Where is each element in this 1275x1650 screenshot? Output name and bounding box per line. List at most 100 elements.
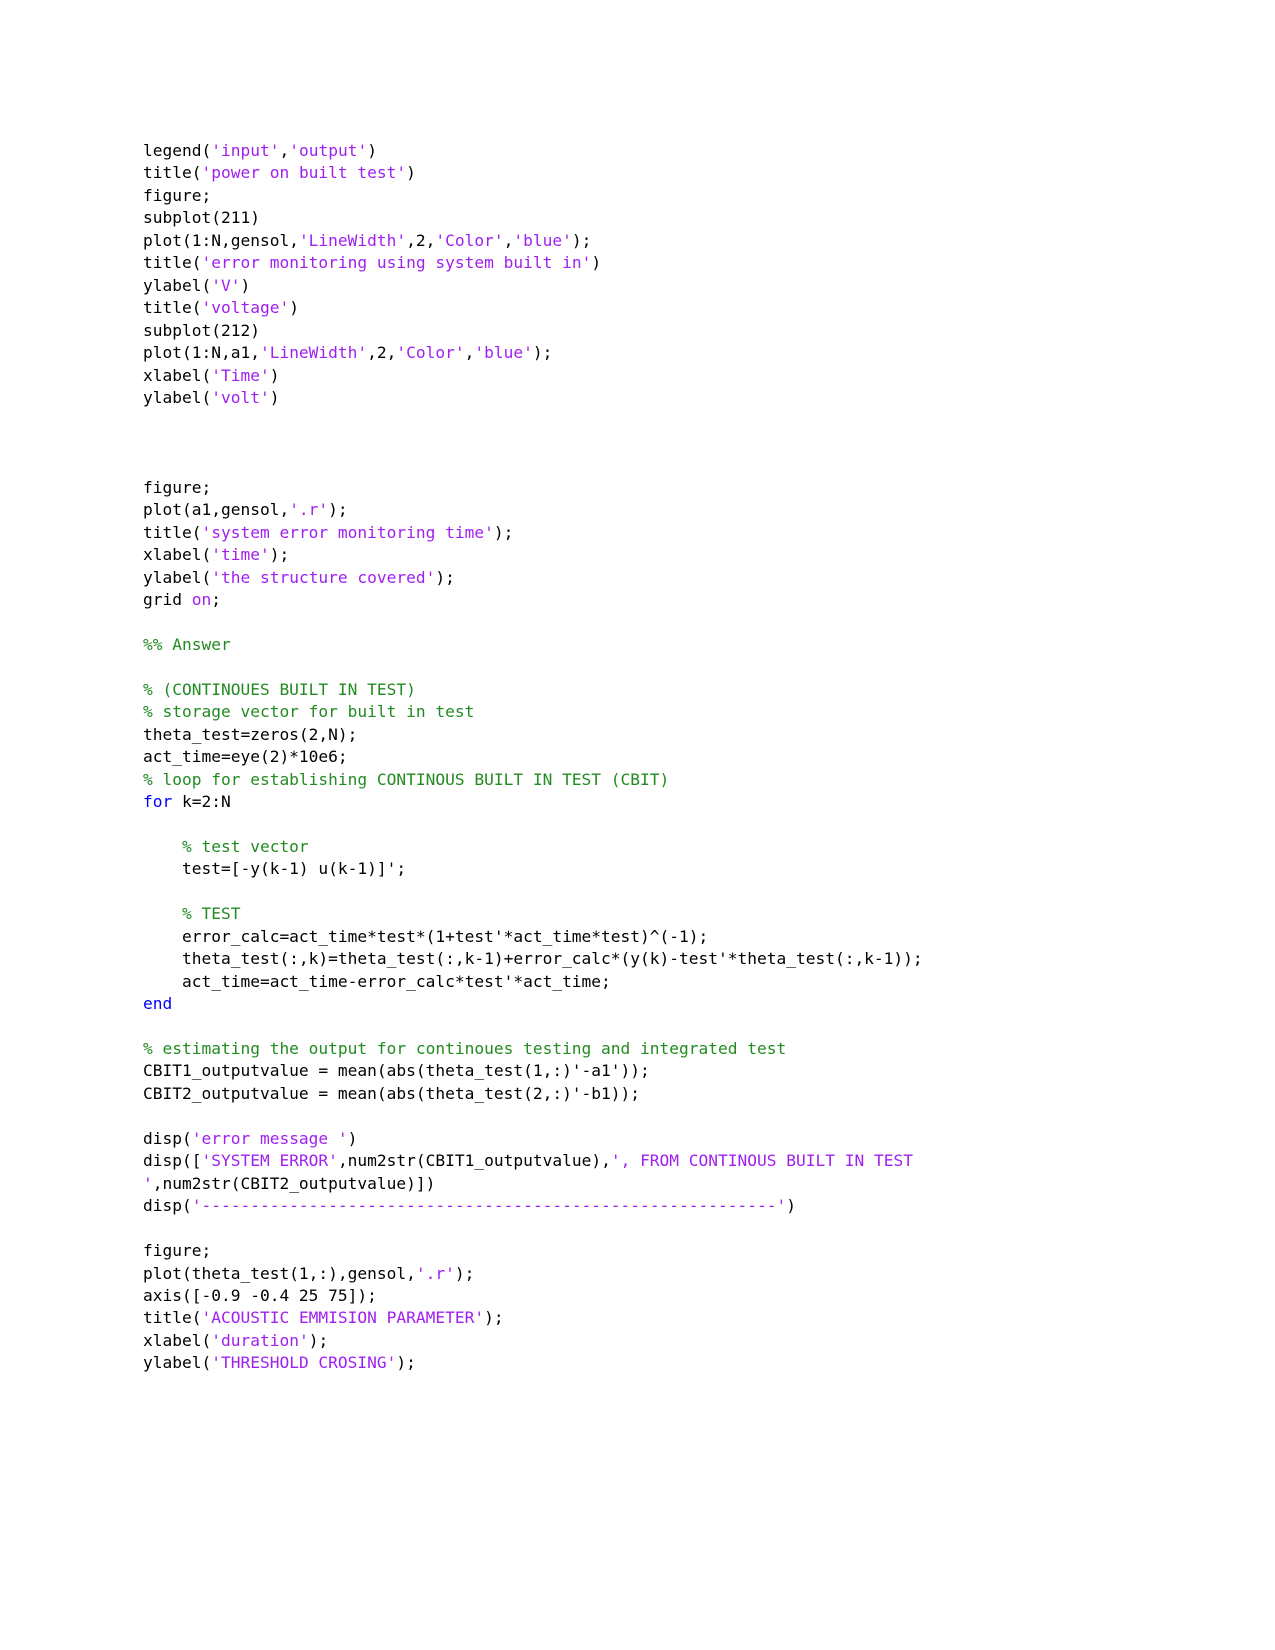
code-token-plain: ,2, [367, 343, 397, 363]
code-token-plain: legend( [143, 141, 212, 160]
code-line: plot(1:N,a1,'LineWidth',2,'Color','blue'… [143, 342, 1143, 364]
code-token-string: '.r' [289, 500, 329, 520]
code-line: % test vector [143, 836, 1143, 858]
code-line: disp('error message ') [143, 1128, 1143, 1150]
code-token-plain: plot(a1,gensol, [143, 500, 290, 520]
code-line: title('error monitoring using system bui… [143, 252, 1143, 274]
code-line: plot(theta_test(1,:),gensol,'.r'); [143, 1263, 1143, 1285]
code-token-plain: title( [143, 253, 202, 273]
code-line: ylabel('volt') [143, 387, 1143, 409]
code-token-plain: test=[-y(k-1) u(k-1)]'; [143, 859, 407, 879]
code-token-string: 'power on built test' [201, 163, 407, 183]
code-token-string: 'Color' [396, 343, 465, 363]
code-token-plain: ) [786, 1196, 796, 1216]
code-token-plain: title( [143, 298, 202, 318]
code-token-comment: % (CONTINOUES BUILT IN TEST) [143, 679, 416, 699]
code-token-plain: ) [367, 141, 377, 160]
code-token-string: 'input' [211, 141, 280, 160]
code-token-comment: % estimating the output for continoues t… [143, 1039, 787, 1058]
code-line: legend('input','output') [143, 140, 1143, 162]
code-token-plain: plot(1:N,a1, [143, 343, 260, 363]
code-token-string: 'ACOUSTIC EMMISION PARAMETER' [201, 1308, 485, 1328]
code-token-string: 'blue' [474, 343, 533, 363]
code-token-plain: CBIT2_outputvalue = mean(abs(theta_test(… [143, 1083, 641, 1103]
code-token-plain: ,num2str(CBIT2_outputvalue)]) [152, 1173, 436, 1193]
code-line: for k=2:N [143, 791, 1143, 813]
code-line: subplot(212) [143, 320, 1143, 342]
code-token-plain: , [279, 141, 290, 160]
code-token-plain: ,num2str(CBIT1_outputvalue), [337, 1151, 611, 1171]
code-token-string: 'system error monitoring time' [201, 522, 494, 542]
code-line: theta_test=zeros(2,N); [143, 724, 1143, 746]
code-line: axis([-0.9 -0.4 25 75]); [143, 1285, 1143, 1307]
code-token-plain: ); [493, 522, 514, 542]
code-token-string: 'volt' [211, 387, 270, 407]
code-line: grid on; [143, 589, 1143, 611]
code-token-plain: ylabel( [143, 1353, 212, 1373]
code-token-plain: title( [143, 1308, 202, 1328]
code-token-plain: ); [454, 1263, 475, 1283]
code-token-plain: ); [308, 1330, 329, 1350]
code-token-plain: ,2, [406, 230, 436, 250]
code-token-string: 'Color' [435, 230, 504, 250]
code-token-string: 'the structure covered' [211, 567, 436, 587]
code-line: end [143, 993, 1143, 1015]
code-line: plot(a1,gensol,'.r'); [143, 499, 1143, 521]
code-token-string: on [191, 590, 212, 610]
code-line: xlabel('time'); [143, 544, 1143, 566]
code-line: xlabel('Time') [143, 365, 1143, 387]
code-token-plain: ); [396, 1353, 416, 1373]
code-token-string: 'LineWidth' [298, 230, 407, 250]
code-token-plain: ylabel( [143, 567, 212, 587]
matlab-code-listing: legend('input','output') title('power on … [143, 140, 1143, 1375]
code-line: title('ACOUSTIC EMMISION PARAMETER'); [143, 1307, 1143, 1329]
code-token-string: 'duration' [211, 1330, 309, 1350]
document-page: legend('input','output') title('power on … [0, 0, 1275, 1650]
code-token-plain: xlabel( [143, 1330, 212, 1350]
code-token-string: 'voltage' [201, 298, 290, 318]
code-token-plain: ; [211, 590, 221, 610]
code-token-plain: plot(1:N,gensol, [143, 230, 299, 250]
code-token-string: 'error message ' [191, 1128, 348, 1148]
code-token-plain: ); [532, 343, 553, 363]
code-token-plain: act_time=eye(2)*10e6; [143, 747, 348, 767]
code-token-plain: act_time=act_time-error_calc*test'*act_t… [143, 971, 611, 991]
code-token-string: 'output' [289, 141, 368, 160]
code-line: disp('----------------------------------… [143, 1195, 1143, 1217]
code-token-string: '.r' [415, 1263, 455, 1283]
code-line: plot(1:N,gensol,'LineWidth',2,'Color','b… [143, 230, 1143, 252]
code-token-plain: ); [484, 1308, 504, 1328]
code-line: ylabel('the structure covered'); [143, 567, 1143, 589]
code-line: ylabel('V') [143, 275, 1143, 297]
code-line: % loop for establishing CONTINOUS BUILT … [143, 769, 1143, 791]
code-token-plain: , [464, 343, 475, 363]
code-token-string: 'V' [211, 275, 241, 295]
code-line: % estimating the output for continoues t… [143, 1038, 1143, 1060]
code-token-plain: disp([ [143, 1151, 202, 1171]
code-token-plain: grid [143, 590, 192, 610]
code-token-plain: figure; [143, 477, 212, 497]
code-token-plain: axis([-0.9 -0.4 25 75]); [143, 1285, 377, 1305]
code-line: % storage vector for built in test [143, 701, 1143, 723]
code-line: act_time=eye(2)*10e6; [143, 746, 1143, 768]
code-line: CBIT1_outputvalue = mean(abs(theta_test(… [143, 1060, 1143, 1082]
code-line: %% Answer [143, 634, 1143, 656]
code-token-plain: ) [269, 387, 280, 407]
code-token-plain: ) [289, 298, 299, 318]
code-line: title('voltage') [143, 297, 1143, 319]
code-token-plain: CBIT1_outputvalue = mean(abs(theta_test(… [143, 1061, 650, 1081]
code-token-comment: % test vector [143, 836, 309, 856]
code-line: xlabel('duration'); [143, 1330, 1143, 1352]
code-token-string: '---------------------------------------… [191, 1196, 787, 1216]
code-line: disp(['SYSTEM ERROR',num2str(CBIT1_outpu… [143, 1150, 1143, 1195]
code-token-string: 'blue' [513, 230, 572, 250]
code-token-plain: subplot(212) [143, 320, 260, 340]
code-line: CBIT2_outputvalue = mean(abs(theta_test(… [143, 1083, 1143, 1105]
code-token-plain: ) [406, 163, 416, 183]
code-token-string: 'THRESHOLD CROSING' [211, 1353, 397, 1373]
code-token-string: 'LineWidth' [259, 343, 368, 363]
code-token-plain: ) [269, 365, 280, 385]
